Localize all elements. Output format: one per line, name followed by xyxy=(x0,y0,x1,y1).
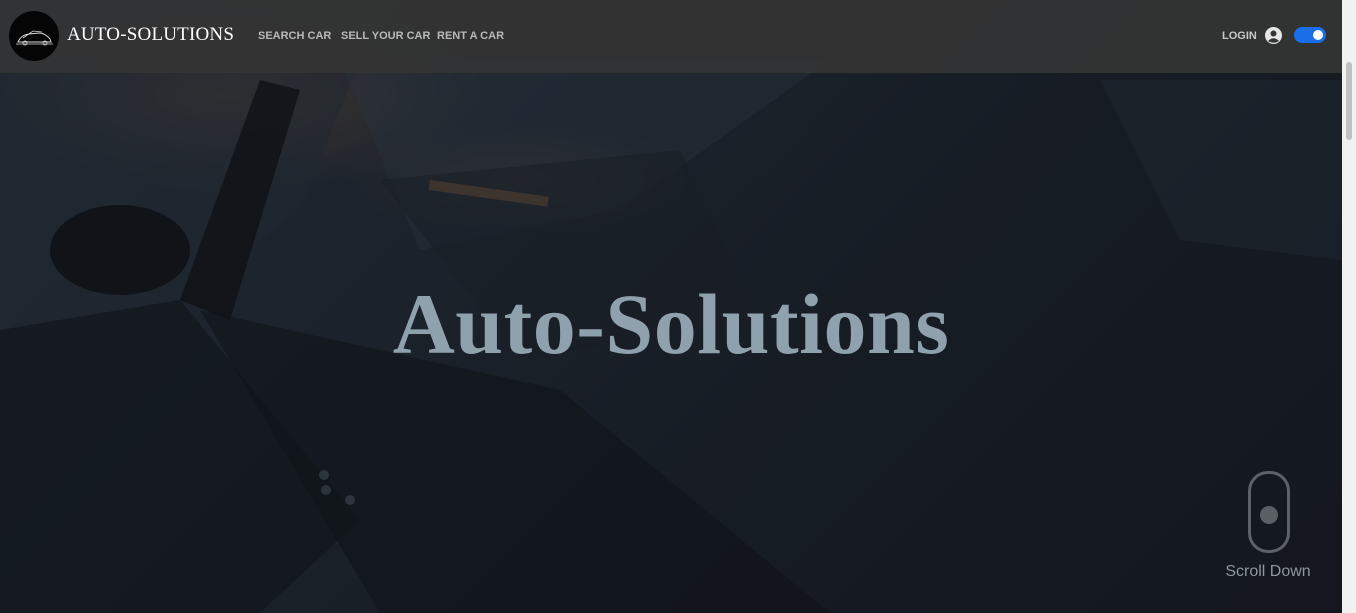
hero-title: Auto-Solutions xyxy=(392,276,950,372)
navbar: AUTO-SOLUTIONS SEARCH CAR SELL YOUR CAR … xyxy=(0,0,1342,73)
nav-rent-a-car[interactable]: RENT A CAR xyxy=(437,30,504,42)
brand-name[interactable]: AUTO-SOLUTIONS xyxy=(67,24,234,46)
page-scrollbar[interactable] xyxy=(1342,0,1356,613)
toggle-knob xyxy=(1313,30,1323,40)
nav-search-car[interactable]: SEARCH CAR xyxy=(258,30,331,42)
logo[interactable] xyxy=(9,11,59,61)
scrollbar-thumb[interactable] xyxy=(1346,62,1352,140)
theme-toggle[interactable] xyxy=(1294,27,1326,43)
scroll-down-label[interactable]: Scroll Down xyxy=(1220,563,1316,581)
mouse-scroll-icon[interactable] xyxy=(1248,471,1290,553)
page: AUTO-SOLUTIONS SEARCH CAR SELL YOUR CAR … xyxy=(0,0,1356,613)
car-logo-icon xyxy=(16,30,53,46)
nav-sell-your-car[interactable]: SELL YOUR CAR xyxy=(341,30,430,42)
mouse-wheel-dot xyxy=(1260,506,1278,524)
user-circle-icon[interactable] xyxy=(1265,27,1282,44)
login-link[interactable]: LOGIN xyxy=(1222,30,1257,42)
